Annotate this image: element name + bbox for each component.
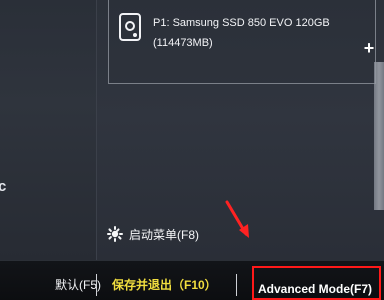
boot-menu-label: 启动菜单(F8): [129, 227, 199, 242]
footer-divider: [96, 274, 97, 296]
left-panel: [0, 0, 97, 260]
boot-device-size: (114473MB): [153, 37, 213, 49]
footer-divider: [236, 274, 237, 296]
left-panel-text: c: [0, 178, 7, 195]
save-exit-button[interactable]: 保存并退出（F10）: [112, 276, 217, 293]
boot-menu-button[interactable]: 启动菜单(F8): [106, 224, 199, 244]
advanced-mode-button[interactable]: Advanced Mode(F7): [258, 282, 372, 296]
disk-icon: [119, 13, 141, 41]
scrollbar[interactable]: [374, 62, 384, 210]
bios-screen: c P1: Samsung SSD 850 EVO 120GB (114473M…: [0, 0, 384, 300]
boot-menu-icon: [107, 226, 123, 242]
plus-icon[interactable]: +: [361, 39, 377, 57]
default-button[interactable]: 默认(F5): [55, 276, 101, 293]
red-arrow-icon: [225, 200, 249, 238]
boot-device-name: P1: Samsung SSD 850 EVO 120GB: [153, 17, 330, 29]
advanced-mode-highlight: Advanced Mode(F7): [252, 266, 381, 300]
boot-device-card[interactable]: P1: Samsung SSD 850 EVO 120GB (114473MB): [108, 0, 376, 84]
